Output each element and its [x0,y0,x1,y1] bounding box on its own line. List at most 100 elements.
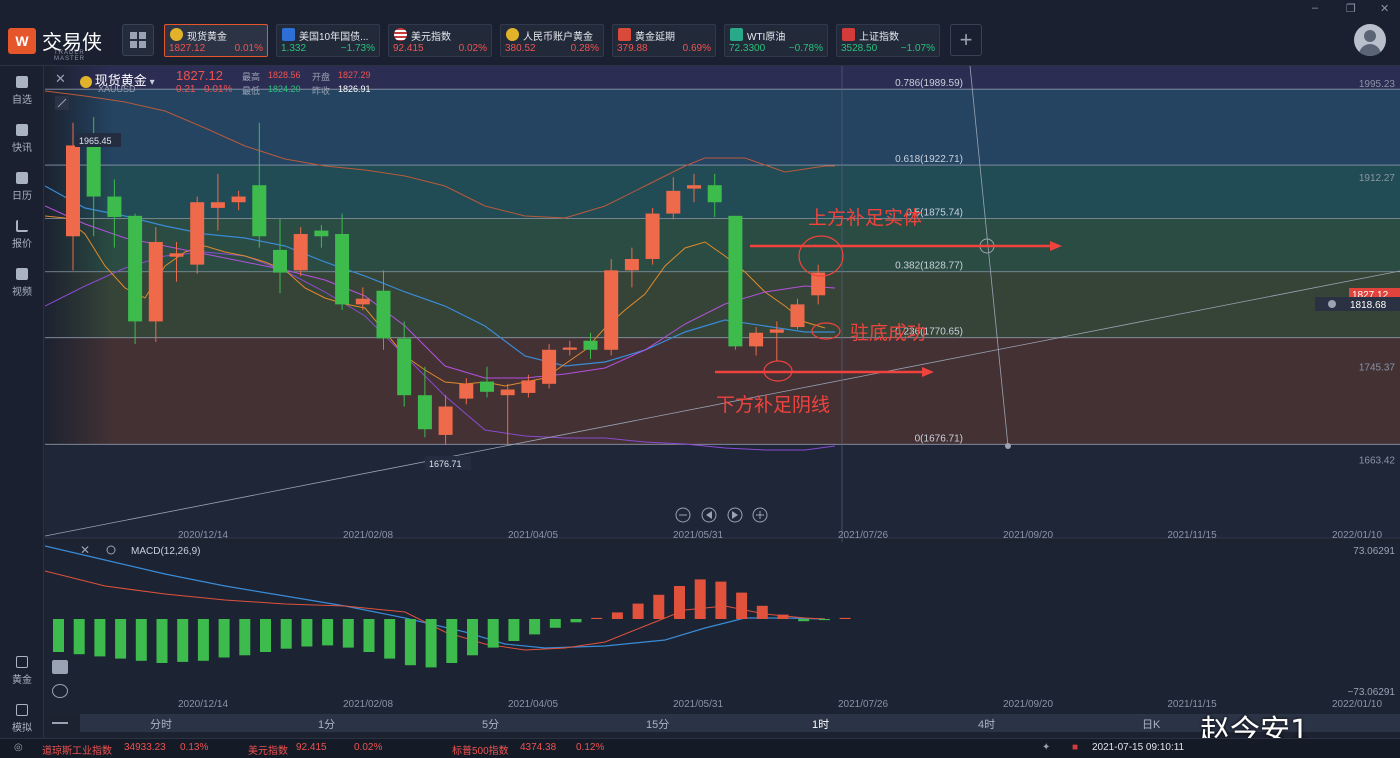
fib-label: 0.786(1989.59) [895,78,963,89]
candle-body [624,258,639,271]
ticker-price: 92.415 [393,43,424,54]
timeframe-tab[interactable]: 5分 [482,716,499,732]
timeframe-tab[interactable]: 4时 [978,716,995,732]
news-icon [16,124,28,136]
x-tick-label: 2021/04/05 [508,530,558,541]
macd-bar [446,619,458,663]
ticker-tab[interactable]: 人民币账户黄金 380.52 0.28% [500,24,604,57]
usd-label[interactable]: 美元指数 [248,742,288,757]
wallet-icon [16,704,28,716]
timeframe-tab[interactable]: 15分 [646,716,669,732]
ticker-tab[interactable]: 美元指数 92.415 0.02% [388,24,492,57]
ticker-name: WTI原油 [747,32,786,43]
alert-price-label: 1818.68 [1350,300,1387,311]
candle-body [707,185,722,203]
chart-type-icon[interactable] [52,710,68,724]
macd-bar [301,619,313,647]
candle-body [335,234,350,305]
bell-icon[interactable] [1328,300,1336,308]
high-price-label: 1965.45 [79,136,112,146]
x-tick-label: 2021/02/08 [343,530,393,541]
fib-anchor-point[interactable] [1005,443,1011,449]
macd-bar [156,619,168,663]
macd-bar [260,619,271,652]
candle-body [273,249,287,273]
timeframe-tab[interactable]: 1分 [318,716,335,732]
macd-close-icon[interactable]: ✕ [80,543,90,557]
timeframe-tab[interactable]: 1时 [812,716,829,732]
spx-label[interactable]: 标普500指数 [452,742,509,757]
candle-body [128,215,143,322]
dji-pct: 0.13% [180,742,209,753]
ticker-tab[interactable]: 美国10年国债... 1.332 −1.73% [276,24,380,57]
restore-icon[interactable]: ❐ [1346,2,1356,15]
ticker-tab[interactable]: WTI原油 72.3300 −0.78% [724,24,828,57]
y-tick-label: 1663.42 [1359,455,1396,466]
y-tick-label: 1912.27 [1359,173,1396,184]
usd-value: 92.415 [296,742,327,753]
candle-body [376,290,391,339]
sidebar-item-calendar[interactable]: 日历 [0,168,44,208]
close-icon[interactable]: ✕ [1380,2,1389,15]
macd-bar [239,619,251,656]
minimize-icon[interactable]: – [1312,2,1318,14]
layout-grid-button[interactable] [122,24,154,56]
candle-body [645,213,660,259]
symbol-dropdown-icon[interactable]: ▾ [150,77,155,88]
macd-bar [425,619,437,668]
x-tick-label: 2021/09/20 [1003,530,1053,541]
macd-bar [715,581,727,619]
ticker-change: 0.02% [458,43,487,54]
close-chart-icon[interactable]: ✕ [55,71,66,86]
macd-bar [342,619,354,648]
candle-body [86,139,101,197]
gold-coin-icon [80,76,92,89]
ticker-tab[interactable]: 上证指数 3528.50 −1.07% [836,24,940,57]
x-tick-label: 2020/12/14 [178,699,228,710]
x-tick-label: 2021/02/08 [343,699,393,710]
macd-bottom-value: −73.06291 [1347,687,1395,698]
fib-label: 0.618(1922.71) [895,154,963,165]
logo-icon: W [8,28,36,54]
draw-tool-icon[interactable] [52,684,68,698]
candle-body [728,215,743,347]
symbol-change: 0.21 [176,84,196,95]
sidebar-item-simulate[interactable]: 模拟 [0,700,44,740]
candle-body [66,145,80,237]
left-sidebar: 自选 快讯 日历 报价 视频 黄金 模拟 [0,66,44,738]
ticker-change: −1.73% [340,43,375,54]
ticker-name: 黄金延期 [635,32,675,43]
sidebar-item-label: 快讯 [12,143,32,154]
ticker-name: 上证指数 [859,32,899,43]
ticker-tab[interactable]: 现货黄金 1827.12 0.01% [164,24,268,57]
macd-bar [777,614,789,619]
dji-label[interactable]: 道琼斯工业指数 [42,742,112,757]
candle-body [148,241,163,322]
headset-icon[interactable]: ◎ [14,742,23,753]
user-avatar[interactable] [1354,24,1386,56]
macd-bar [529,619,541,635]
add-ticker-button[interactable]: + [950,24,982,56]
app-logo[interactable]: W 交易侠 TRADER MASTER [8,24,118,62]
ticker-change: 0.01% [234,43,263,54]
spx-value: 4374.38 [520,742,557,753]
macd-bar [549,619,561,628]
sidebar-item-video[interactable]: 视频 [0,264,44,304]
open-label: 开盘 [312,72,331,82]
annotation-bottom-success: 驻底成功 [850,322,927,344]
sidebar-item-news[interactable]: 快讯 [0,120,44,160]
symbol-price: 1827.12 [176,68,223,83]
sidebar-item-quotes[interactable]: 报价 [0,216,44,256]
satellite-icon[interactable]: ✦ [1042,742,1050,753]
candle-body [687,185,701,189]
ticker-name: 美元指数 [411,32,451,43]
ticker-price: 72.3300 [729,43,766,54]
sidebar-item-gold[interactable]: 黄金 [0,652,44,692]
indicator-toggle-icon[interactable] [52,660,68,674]
sidebar-item-watchlist[interactable]: 自选 [0,72,44,112]
ticker-price: 1827.12 [169,43,206,54]
ticker-tab[interactable]: 黄金延期 379.88 0.69% [612,24,716,57]
macd-bar [508,619,520,641]
timeframe-tab[interactable]: 日K [1142,716,1160,732]
timeframe-tab[interactable]: 分时 [150,716,172,732]
